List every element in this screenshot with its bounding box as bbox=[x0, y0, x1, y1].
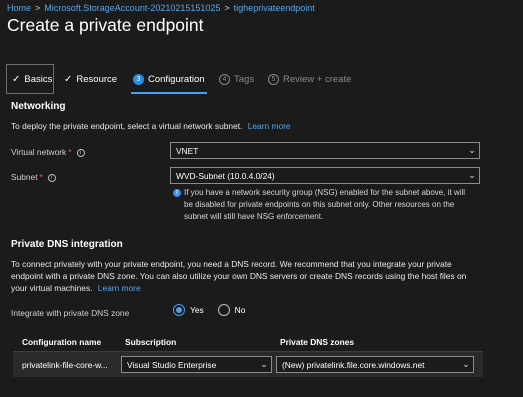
private-dns-zone-value: (New) privatelink.file.core.windows.net bbox=[282, 359, 425, 370]
chevron-down-icon: ⌄ bbox=[462, 359, 470, 369]
tab-resource[interactable]: ✓ Resource bbox=[64, 64, 117, 94]
radio-yes[interactable] bbox=[173, 304, 185, 316]
tab-configuration-label: Configuration bbox=[148, 73, 205, 85]
step-number-icon: 3 bbox=[133, 73, 144, 85]
dns-description-line-1: To connect privately with your private e… bbox=[11, 259, 452, 269]
chevron-down-icon: ⌄ bbox=[468, 170, 476, 180]
virtual-network-label-text: Virtual network bbox=[11, 147, 67, 157]
virtual-network-label: Virtual network * i bbox=[11, 147, 85, 157]
chevron-down-icon: ⌄ bbox=[260, 359, 268, 369]
tab-basics[interactable]: ✓ Basics bbox=[6, 64, 54, 94]
tab-tags-label: Tags bbox=[234, 73, 255, 85]
info-icon[interactable]: i bbox=[76, 148, 85, 157]
breadcrumb-home-link[interactable]: Home bbox=[7, 3, 31, 13]
tab-review-create[interactable]: 5 Review + create bbox=[268, 64, 351, 94]
dns-heading: Private DNS integration bbox=[11, 239, 123, 250]
info-icon: i bbox=[173, 189, 181, 197]
required-marker: * bbox=[68, 147, 72, 157]
column-header-private-dns-zones: Private DNS zones bbox=[280, 337, 355, 347]
subnet-label: Subnet * i bbox=[11, 172, 56, 182]
radio-no-label: No bbox=[234, 305, 246, 315]
tab-resource-label: Resource bbox=[76, 73, 118, 85]
required-marker: * bbox=[39, 172, 43, 182]
chevron-down-icon: ⌄ bbox=[468, 145, 476, 155]
radio-no[interactable] bbox=[217, 304, 230, 316]
page-title: Create a private endpoint bbox=[7, 15, 204, 35]
virtual-network-dropdown[interactable]: VNET ⌄ bbox=[170, 142, 480, 159]
dns-description-line-3: your virtual machines. Learn more bbox=[11, 283, 141, 293]
tab-basics-label: Basics bbox=[24, 73, 53, 85]
tab-configuration[interactable]: 3 Configuration bbox=[133, 64, 205, 94]
breadcrumb-storage-account-link[interactable]: Microsoft.StorageAccount-20210215151025 bbox=[44, 3, 220, 13]
step-number-icon: 4 bbox=[219, 73, 230, 85]
check-icon: ✓ bbox=[12, 73, 21, 85]
configuration-name-cell: privatelink-file-core-w... bbox=[22, 360, 108, 370]
column-header-configuration-name: Configuration name bbox=[22, 337, 102, 347]
tab-review-create-label: Review + create bbox=[283, 73, 352, 85]
nsg-note-line-1: If you have a network security group (NS… bbox=[184, 188, 466, 197]
networking-learn-more-link[interactable]: Learn more bbox=[248, 121, 291, 131]
tab-tags[interactable]: 4 Tags bbox=[219, 64, 254, 94]
check-icon: ✓ bbox=[64, 73, 73, 85]
dns-learn-more-link[interactable]: Learn more bbox=[98, 283, 141, 293]
dns-description-line-2: endpoint with a private DNS zone. You ca… bbox=[11, 271, 467, 281]
subnet-dropdown[interactable]: WVD-Subnet (10.0.4.0/24) ⌄ bbox=[170, 167, 480, 184]
subnet-value: WVD-Subnet (10.0.4.0/24) bbox=[176, 170, 275, 181]
breadcrumb-separator: > bbox=[35, 3, 41, 13]
networking-heading: Networking bbox=[11, 101, 66, 112]
integrate-dns-radio-group: Yes No bbox=[173, 304, 245, 316]
nsg-note-line-3: subnet will still have NSG enforcement. bbox=[184, 212, 324, 221]
radio-yes-label: Yes bbox=[190, 305, 204, 315]
breadcrumb: Home > Microsoft.StorageAccount-2021021515… bbox=[7, 3, 315, 13]
private-dns-zone-dropdown[interactable]: (New) privatelink.file.core.windows.net … bbox=[276, 356, 474, 373]
subscription-dropdown[interactable]: Visual Studio Enterprise ⌄ bbox=[121, 356, 272, 373]
subnet-label-text: Subnet bbox=[11, 172, 38, 182]
virtual-network-value: VNET bbox=[176, 145, 199, 156]
integrate-dns-label: Integrate with private DNS zone bbox=[11, 308, 130, 318]
breadcrumb-endpoint-link[interactable]: tigheprivateendpoint bbox=[234, 3, 315, 13]
step-number-icon: 5 bbox=[268, 73, 279, 85]
subscription-value: Visual Studio Enterprise bbox=[127, 359, 217, 370]
nsg-note-line-2: be disabled for private endpoints on thi… bbox=[184, 200, 455, 209]
networking-description: To deploy the private endpoint, select a… bbox=[11, 121, 291, 131]
wizard-tabs: ✓ Basics ✓ Resource 3 Configuration 4 Ta… bbox=[0, 64, 523, 94]
active-tab-indicator bbox=[131, 92, 207, 94]
info-icon[interactable]: i bbox=[47, 173, 56, 182]
dns-description-line-3-text: your virtual machines. bbox=[11, 283, 93, 293]
column-header-subscription: Subscription bbox=[125, 337, 177, 347]
breadcrumb-separator: > bbox=[224, 3, 230, 13]
networking-description-text: To deploy the private endpoint, select a… bbox=[11, 121, 243, 131]
